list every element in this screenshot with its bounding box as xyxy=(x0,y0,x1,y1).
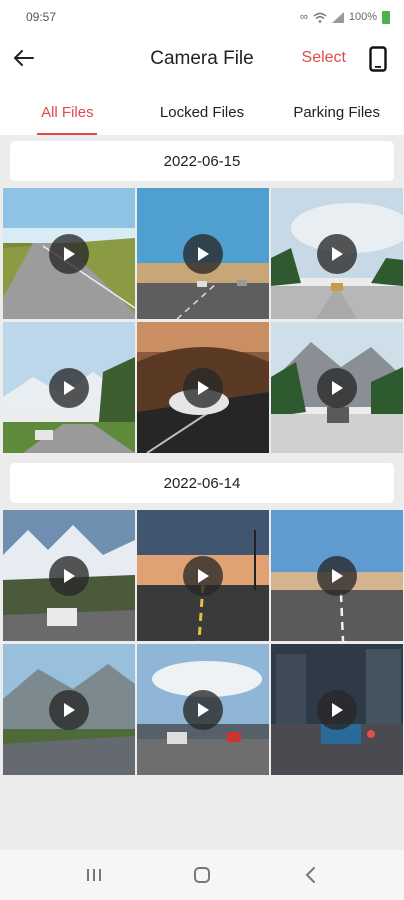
play-button[interactable] xyxy=(49,555,89,596)
recents-button[interactable] xyxy=(74,860,114,890)
video-thumbnail[interactable] xyxy=(137,322,269,453)
play-icon xyxy=(198,246,209,261)
play-button[interactable] xyxy=(183,689,223,730)
file-tabs: All Files Locked Files Parking Files xyxy=(0,88,404,136)
status-bar: 09:57 ∞ 100% xyxy=(0,0,404,34)
home-icon xyxy=(194,867,210,883)
device-button[interactable] xyxy=(364,43,392,75)
play-icon xyxy=(64,246,75,261)
video-thumbnail[interactable] xyxy=(271,322,403,453)
phone-icon xyxy=(369,46,387,72)
date-header: 2022-06-15 xyxy=(10,141,394,181)
play-button[interactable] xyxy=(317,233,357,274)
home-button[interactable] xyxy=(182,860,222,890)
tab-locked-files[interactable]: Locked Files xyxy=(135,88,270,135)
video-thumbnail[interactable] xyxy=(271,188,403,319)
play-button[interactable] xyxy=(183,367,223,408)
video-thumbnail[interactable] xyxy=(271,644,403,775)
video-thumbnail[interactable] xyxy=(3,644,135,775)
play-button[interactable] xyxy=(317,367,357,408)
signal-icon xyxy=(331,11,344,23)
recents-icon xyxy=(87,869,101,881)
video-thumbnail[interactable] xyxy=(3,322,135,453)
video-thumbnail[interactable] xyxy=(3,510,135,641)
video-thumbnail[interactable] xyxy=(137,644,269,775)
play-icon xyxy=(332,702,343,717)
battery-icon xyxy=(382,10,390,24)
play-icon xyxy=(332,568,343,583)
play-icon xyxy=(332,246,343,261)
play-icon xyxy=(198,702,209,717)
play-icon xyxy=(198,380,209,395)
play-icon xyxy=(198,568,209,583)
app-header: Camera File Select xyxy=(0,34,404,86)
play-icon xyxy=(64,568,75,583)
play-icon xyxy=(64,380,75,395)
video-thumbnail[interactable] xyxy=(271,510,403,641)
video-thumbnail[interactable] xyxy=(3,188,135,319)
back-button[interactable] xyxy=(10,44,38,72)
date-header: 2022-06-14 xyxy=(10,463,394,503)
play-button[interactable] xyxy=(49,233,89,274)
play-button[interactable] xyxy=(183,233,223,274)
arrow-left-icon xyxy=(14,50,34,66)
play-button[interactable] xyxy=(183,555,223,596)
video-thumbnail[interactable] xyxy=(137,188,269,319)
back-chevron-icon xyxy=(305,867,315,883)
play-icon xyxy=(332,380,343,395)
tab-all-files[interactable]: All Files xyxy=(0,88,135,135)
play-button[interactable] xyxy=(49,367,89,408)
status-time: 09:57 xyxy=(26,10,57,24)
link-icon: ∞ xyxy=(300,11,308,23)
file-list: 2022-06-15 2022-06-14 xyxy=(0,136,404,850)
play-icon xyxy=(64,702,75,717)
tab-parking-files[interactable]: Parking Files xyxy=(269,88,404,135)
wifi-icon xyxy=(313,12,327,23)
play-button[interactable] xyxy=(49,689,89,730)
play-button[interactable] xyxy=(317,689,357,730)
nav-back-button[interactable] xyxy=(290,860,330,890)
battery-percent: 100% xyxy=(348,11,377,23)
video-thumbnail[interactable] xyxy=(137,510,269,641)
system-nav-bar xyxy=(0,850,404,900)
status-icons: ∞ 100% xyxy=(300,10,390,24)
play-button[interactable] xyxy=(317,555,357,596)
select-button[interactable]: Select xyxy=(302,49,346,67)
